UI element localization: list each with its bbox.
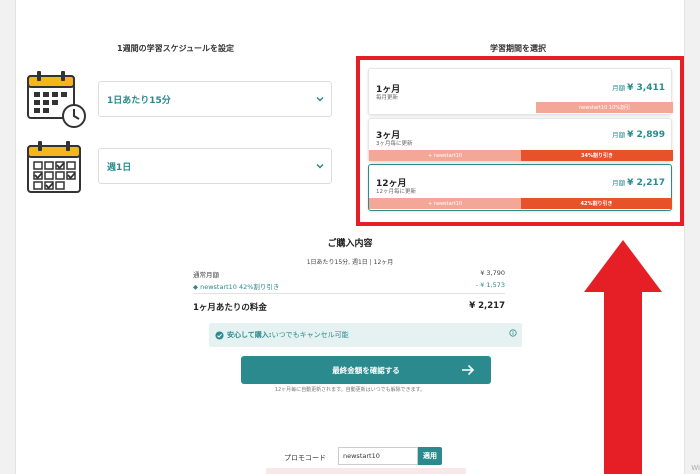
calendar-clock-icon: [27, 71, 86, 128]
plans-title: 学習期間を選択: [490, 44, 546, 53]
notice-strong: 安心して購入:: [227, 331, 272, 339]
discount-value: - ¥ 1,573: [475, 281, 505, 289]
calendar-check-icon: [27, 141, 81, 193]
time-per-day-select[interactable]: 1日あたり15分: [98, 81, 332, 117]
days-per-week-select[interactable]: 週1日: [98, 148, 332, 184]
days-per-week-value: 週1日: [107, 162, 132, 173]
notice-text: いつでもキャンセル可能: [271, 331, 349, 339]
cta-label: 最終金額を確認する: [332, 365, 400, 375]
chevron-down-icon: [316, 163, 324, 169]
discount-row: ◆ newstart10 42%割り引き: [193, 281, 279, 291]
confirm-final-price-button[interactable]: 最終金額を確認する: [241, 356, 491, 384]
regular-price-label: 通常月額: [193, 271, 219, 279]
promo-label: プロモコード: [284, 454, 326, 462]
schedule-title: 1週間の学習スケジュールを設定: [117, 44, 235, 53]
window-edge-label: Wi: [691, 464, 700, 472]
cancel-notice: 安心して購入: いつでもキャンセル可能: [209, 323, 522, 347]
time-per-day-value: 1日あたり15分: [107, 95, 171, 106]
info-icon[interactable]: [509, 329, 517, 337]
check-circle-icon: [215, 330, 224, 340]
arrow-right-icon: [462, 364, 475, 376]
window-edge-right: Wi: [684, 0, 700, 474]
summary-divider: [193, 293, 505, 294]
bottom-fade: [266, 468, 466, 474]
total-label: 1ヶ月あたりの料金: [193, 303, 267, 313]
total-value: ¥ 2,217: [469, 301, 505, 311]
regular-price-value: ¥ 3,790: [480, 269, 505, 277]
window-edge-left: [0, 0, 16, 474]
highlight-box: [356, 56, 684, 226]
promo-apply-button[interactable]: 適用: [418, 447, 442, 465]
red-up-arrow-icon: [584, 240, 662, 474]
promo-code-input[interactable]: [338, 447, 418, 465]
chevron-down-icon: [316, 96, 324, 102]
checkout-page: 1週間の学習スケジュールを設定 1日あたり15分 週1日 学習期間を選択 1ヶ月…: [16, 0, 684, 474]
discount-label: newstart10 42%割り引き: [200, 283, 280, 291]
